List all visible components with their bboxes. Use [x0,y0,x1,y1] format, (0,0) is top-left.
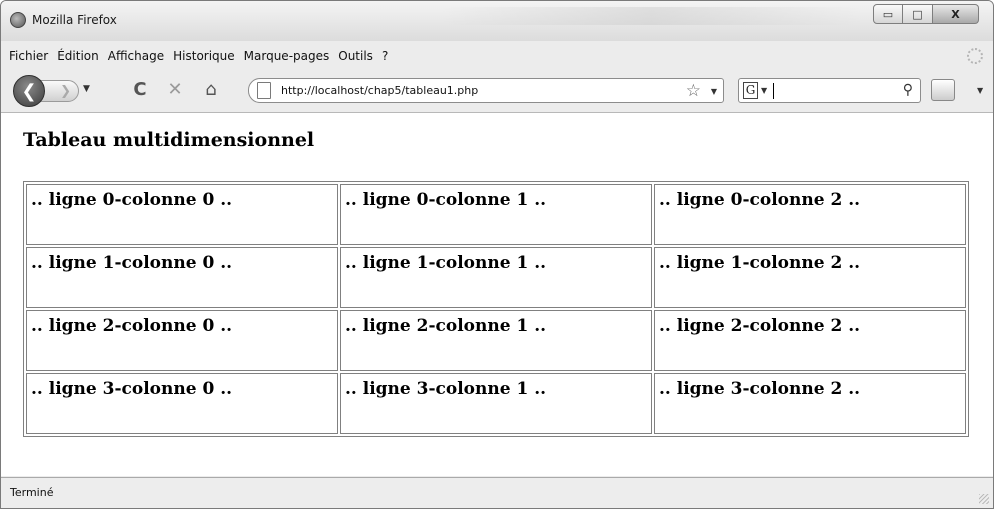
tools-icon[interactable] [931,79,955,101]
close-button[interactable]: X [933,4,979,24]
table-row: .. ligne 1-colonne 0 .. .. ligne 1-colon… [26,247,966,308]
back-forward-group: ❮ ❯ ▼ [13,75,113,107]
home-icon[interactable]: ⌂ [200,79,222,101]
table-row: .. ligne 2-colonne 0 .. .. ligne 2-colon… [26,310,966,371]
stop-icon[interactable]: ✕ [164,79,186,101]
data-table: .. ligne 0-colonne 0 .. .. ligne 0-colon… [23,181,969,437]
table-cell: .. ligne 1-colonne 2 .. [654,247,966,308]
table-cell: .. ligne 3-colonne 1 .. [340,373,652,434]
table-cell: .. ligne 2-colonne 0 .. [26,310,338,371]
menu-marque-pages[interactable]: Marque-pages [244,49,330,63]
title-bar: Mozilla Firefox ▭ □ X [1,1,993,41]
page-icon [257,82,271,99]
menu-historique[interactable]: Historique [173,49,235,63]
menu-outils[interactable]: Outils [338,49,373,63]
back-button[interactable]: ❮ [13,75,45,107]
history-dropdown-icon[interactable]: ▼ [83,84,90,94]
menu-fichier[interactable]: Fichier [9,49,48,63]
magnifier-icon[interactable]: ⚲ [903,82,913,98]
reload-icon[interactable]: C [129,79,151,101]
forward-arrow-icon: ❯ [60,83,71,99]
table-cell: .. ligne 0-colonne 1 .. [340,184,652,245]
table-cell: .. ligne 1-colonne 1 .. [340,247,652,308]
maximize-button[interactable]: □ [903,4,933,24]
bookmark-star-icon[interactable]: ☆ [686,81,701,101]
tools-dropdown-icon[interactable]: ▼ [977,86,983,95]
page-content: Tableau multidimensionnel .. ligne 0-col… [1,112,993,476]
forward-button[interactable]: ❯ [39,80,79,102]
page-title: Tableau multidimensionnel [23,129,315,151]
table-cell: .. ligne 3-colonne 2 .. [654,373,966,434]
table-row: .. ligne 3-colonne 0 .. .. ligne 3-colon… [26,373,966,434]
back-arrow-icon: ❮ [21,80,37,102]
search-engine-dropdown-icon[interactable]: ▼ [761,86,767,95]
navigation-toolbar: ❮ ❯ ▼ C ✕ ⌂ http://localhost/chap5/table… [1,71,993,111]
search-engine-icon[interactable]: G [743,82,758,99]
table-cell: .. ligne 1-colonne 0 .. [26,247,338,308]
url-text[interactable]: http://localhost/chap5/tableau1.php [281,84,478,97]
throbber-icon [967,48,983,64]
menu-affichage[interactable]: Affichage [108,49,164,63]
table-cell: .. ligne 2-colonne 1 .. [340,310,652,371]
table-cell: .. ligne 3-colonne 0 .. [26,373,338,434]
table-cell: .. ligne 2-colonne 2 .. [654,310,966,371]
search-bar[interactable]: G ▼ ⚲ [738,78,921,103]
title-bar-reflection [441,7,861,25]
status-text: Terminé [10,486,54,499]
resize-grip-icon[interactable] [979,494,989,504]
window-title: Mozilla Firefox [32,13,117,27]
menu-edition[interactable]: Édition [57,49,99,63]
table-cell: .. ligne 0-colonne 2 .. [654,184,966,245]
status-bar: Terminé [1,477,993,508]
menu-bar: Fichier Édition Affichage Historique Mar… [1,41,993,71]
minimize-button[interactable]: ▭ [873,4,903,24]
menu-help[interactable]: ? [382,49,388,63]
firefox-icon [10,12,26,28]
window-controls: ▭ □ X [873,4,979,24]
url-bar[interactable]: http://localhost/chap5/tableau1.php ☆ ▼ [248,78,724,103]
search-input[interactable] [773,83,774,99]
url-dropdown-icon[interactable]: ▼ [711,87,717,96]
table-row: .. ligne 0-colonne 0 .. .. ligne 0-colon… [26,184,966,245]
table-cell: .. ligne 0-colonne 0 .. [26,184,338,245]
browser-window: Mozilla Firefox ▭ □ X Fichier Édition Af… [0,0,994,509]
